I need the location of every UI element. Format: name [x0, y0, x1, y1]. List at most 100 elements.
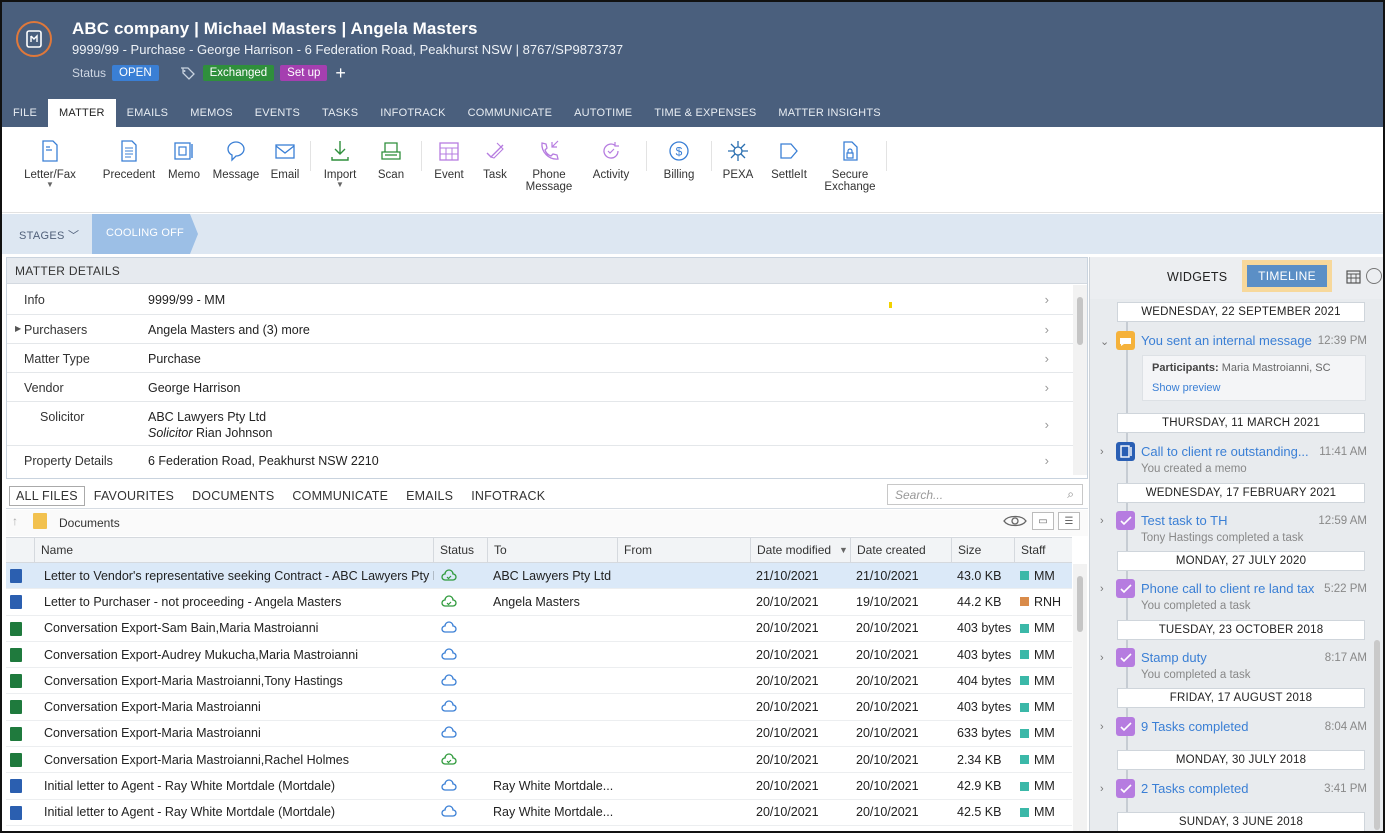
letter-fax-button[interactable]: Letter/Fax ▼: [2, 127, 98, 212]
tab-time-expenses[interactable]: TIME & EXPENSES: [643, 99, 767, 127]
pexa-button[interactable]: PEXA: [716, 127, 760, 212]
chevron-right-icon[interactable]: ›: [1100, 652, 1104, 664]
folder-view-button[interactable]: ▭: [1032, 512, 1054, 530]
file-name[interactable]: Conversation Export-Maria Mastroianni: [38, 694, 434, 719]
stage-cooling-off[interactable]: COOLING OFF: [92, 214, 200, 254]
email-button[interactable]: Email: [264, 127, 306, 212]
widgets-tab[interactable]: WIDGETS: [1167, 270, 1227, 284]
add-tag-button[interactable]: +: [335, 64, 346, 82]
chevron-right-icon[interactable]: ›: [1100, 783, 1104, 795]
tab-file[interactable]: FILE: [2, 99, 48, 127]
files-scrollbar[interactable]: [1073, 564, 1087, 831]
file-name[interactable]: Conversation Export-Maria Mastroianni,To…: [38, 668, 434, 693]
table-row[interactable]: Conversation Export-Maria Mastroianni 20/…: [6, 694, 1072, 721]
expand-triangle-icon[interactable]: ▶: [15, 324, 21, 333]
file-name[interactable]: Conversation Export-Maria Mastroianni,Ra…: [38, 747, 434, 772]
up-arrow-icon[interactable]: ↑: [12, 514, 18, 528]
import-button[interactable]: Import ▼: [315, 127, 365, 212]
file-name[interactable]: Initial letter to Agent - Ray White Mort…: [38, 800, 434, 825]
status-badge[interactable]: OPEN: [112, 65, 159, 81]
col-date-modified[interactable]: Date modified ▼: [750, 538, 850, 562]
col-from[interactable]: From: [617, 538, 750, 562]
calendar-icon[interactable]: [1346, 269, 1361, 284]
tab-all-files[interactable]: ALL FILES: [9, 485, 85, 506]
col-to[interactable]: To: [487, 538, 617, 562]
tab-tasks[interactable]: TASKS: [311, 99, 369, 127]
tab-events[interactable]: EVENTS: [244, 99, 311, 127]
stages-dropdown[interactable]: STAGES ﹀: [19, 227, 79, 243]
matter-details-scrollbar[interactable]: [1073, 285, 1087, 475]
scrollbar-thumb[interactable]: [1077, 297, 1083, 345]
tab-favourites[interactable]: FAVOURITES: [85, 489, 183, 503]
table-row[interactable]: Letter to Purchaser - not proceeding - A…: [6, 589, 1072, 616]
file-name[interactable]: Letter to Vendor's representative seekin…: [38, 563, 434, 588]
file-name[interactable]: Conversation Export-Maria Mastroianni: [38, 721, 434, 746]
detail-row-solicitor[interactable]: Solicitor ABC Lawyers Pty Ltd Solicitor …: [7, 402, 1073, 446]
timeline-event-title[interactable]: Stamp duty: [1141, 650, 1207, 665]
tab-infotrack-files[interactable]: INFOTRACK: [462, 489, 554, 503]
tab-communicate-files[interactable]: COMMUNICATE: [283, 489, 397, 503]
precedent-button[interactable]: Precedent: [98, 127, 160, 212]
table-row[interactable]: Conversation Export-Maria Mastroianni,Ra…: [6, 747, 1072, 774]
memo-button[interactable]: Memo: [160, 127, 208, 212]
phone-message-button[interactable]: Phone Message: [518, 127, 580, 212]
task-button[interactable]: Task: [472, 127, 518, 212]
table-row[interactable]: Letter to Vendor's representative seekin…: [6, 563, 1072, 590]
timeline-event-title[interactable]: You sent an internal message: [1141, 333, 1312, 348]
settleit-button[interactable]: SettleIt: [760, 127, 818, 212]
table-row[interactable]: Conversation Export-Maria Mastroianni 20/…: [6, 721, 1072, 748]
tab-matter[interactable]: MATTER: [48, 99, 116, 127]
timeline-event-title[interactable]: Call to client re outstanding...: [1141, 444, 1309, 459]
file-name[interactable]: Letter to Purchaser - not proceeding - A…: [38, 589, 434, 614]
activity-button[interactable]: Activity: [580, 127, 642, 212]
table-row[interactable]: Initial letter to Agent - Ray White Mort…: [6, 800, 1072, 826]
matter-logo-icon[interactable]: [16, 21, 52, 57]
timeline-tab[interactable]: TIMELINE: [1247, 265, 1327, 287]
timeline-event-title[interactable]: Test task to TH: [1141, 513, 1227, 528]
secure-exchange-button[interactable]: Secure Exchange: [818, 127, 882, 212]
col-size[interactable]: Size: [951, 538, 1014, 562]
filter-icon[interactable]: [1366, 268, 1382, 284]
detail-row-matter-type[interactable]: Matter Type Purchase ›: [7, 344, 1073, 373]
tab-emails-files[interactable]: EMAILS: [397, 489, 462, 503]
eye-icon[interactable]: [1002, 513, 1028, 529]
table-row[interactable]: Initial letter to Agent - Ray White Mort…: [6, 773, 1072, 800]
table-row[interactable]: Conversation Export-Maria Mastroianni,To…: [6, 668, 1072, 695]
tab-communicate[interactable]: COMMUNICATE: [457, 99, 564, 127]
detail-row-purchasers[interactable]: ▶ Purchasers Angela Masters and (3) more…: [7, 315, 1073, 344]
scan-button[interactable]: Scan: [365, 127, 417, 212]
chevron-right-icon[interactable]: ›: [1100, 446, 1104, 458]
file-name[interactable]: Initial letter to Agent - Ray White Mort…: [38, 773, 434, 798]
chevron-right-icon[interactable]: ›: [1100, 515, 1104, 527]
list-view-button[interactable]: ☰: [1058, 512, 1080, 530]
detail-row-property[interactable]: Property Details 6 Federation Road, Peak…: [7, 446, 1073, 475]
scrollbar-thumb[interactable]: [1077, 576, 1083, 632]
chevron-right-icon[interactable]: ›: [1100, 583, 1104, 595]
col-name[interactable]: Name: [34, 538, 434, 562]
chevron-right-icon[interactable]: ›: [1100, 721, 1104, 733]
tab-matter-insights[interactable]: MATTER INSIGHTS: [767, 99, 891, 127]
tab-autotime[interactable]: AUTOTIME: [563, 99, 643, 127]
timeline-event-title[interactable]: 9 Tasks completed: [1141, 719, 1248, 734]
file-name[interactable]: Conversation Export-Audrey Mukucha,Maria…: [38, 642, 434, 667]
tab-emails[interactable]: EMAILS: [116, 99, 180, 127]
show-preview-link[interactable]: Show preview: [1152, 382, 1356, 394]
tab-documents[interactable]: DOCUMENTS: [183, 489, 283, 503]
col-staff[interactable]: Staff: [1014, 538, 1072, 562]
timeline-scrollbar[interactable]: [1374, 640, 1380, 830]
table-row[interactable]: Conversation Export-Audrey Mukucha,Maria…: [6, 642, 1072, 669]
breadcrumb-folder[interactable]: Documents: [59, 516, 120, 530]
tag-exchanged[interactable]: Exchanged: [202, 65, 275, 81]
detail-row-vendor[interactable]: Vendor George Harrison ›: [7, 373, 1073, 402]
event-button[interactable]: Event: [426, 127, 472, 212]
table-row[interactable]: Conversation Export-Sam Bain,Maria Mastr…: [6, 616, 1072, 642]
search-input[interactable]: Search... ⌕: [887, 484, 1083, 505]
timeline-event-title[interactable]: Phone call to client re land tax: [1141, 581, 1314, 596]
message-button[interactable]: Message: [208, 127, 264, 212]
timeline-event-title[interactable]: 2 Tasks completed: [1141, 781, 1248, 796]
tab-memos[interactable]: MEMOS: [179, 99, 244, 127]
billing-button[interactable]: $ Billing: [651, 127, 707, 212]
file-name[interactable]: Conversation Export-Sam Bain,Maria Mastr…: [38, 616, 434, 641]
detail-row-info[interactable]: Info 9999/99 - MM ›: [7, 285, 1073, 315]
col-date-created[interactable]: Date created: [850, 538, 951, 562]
